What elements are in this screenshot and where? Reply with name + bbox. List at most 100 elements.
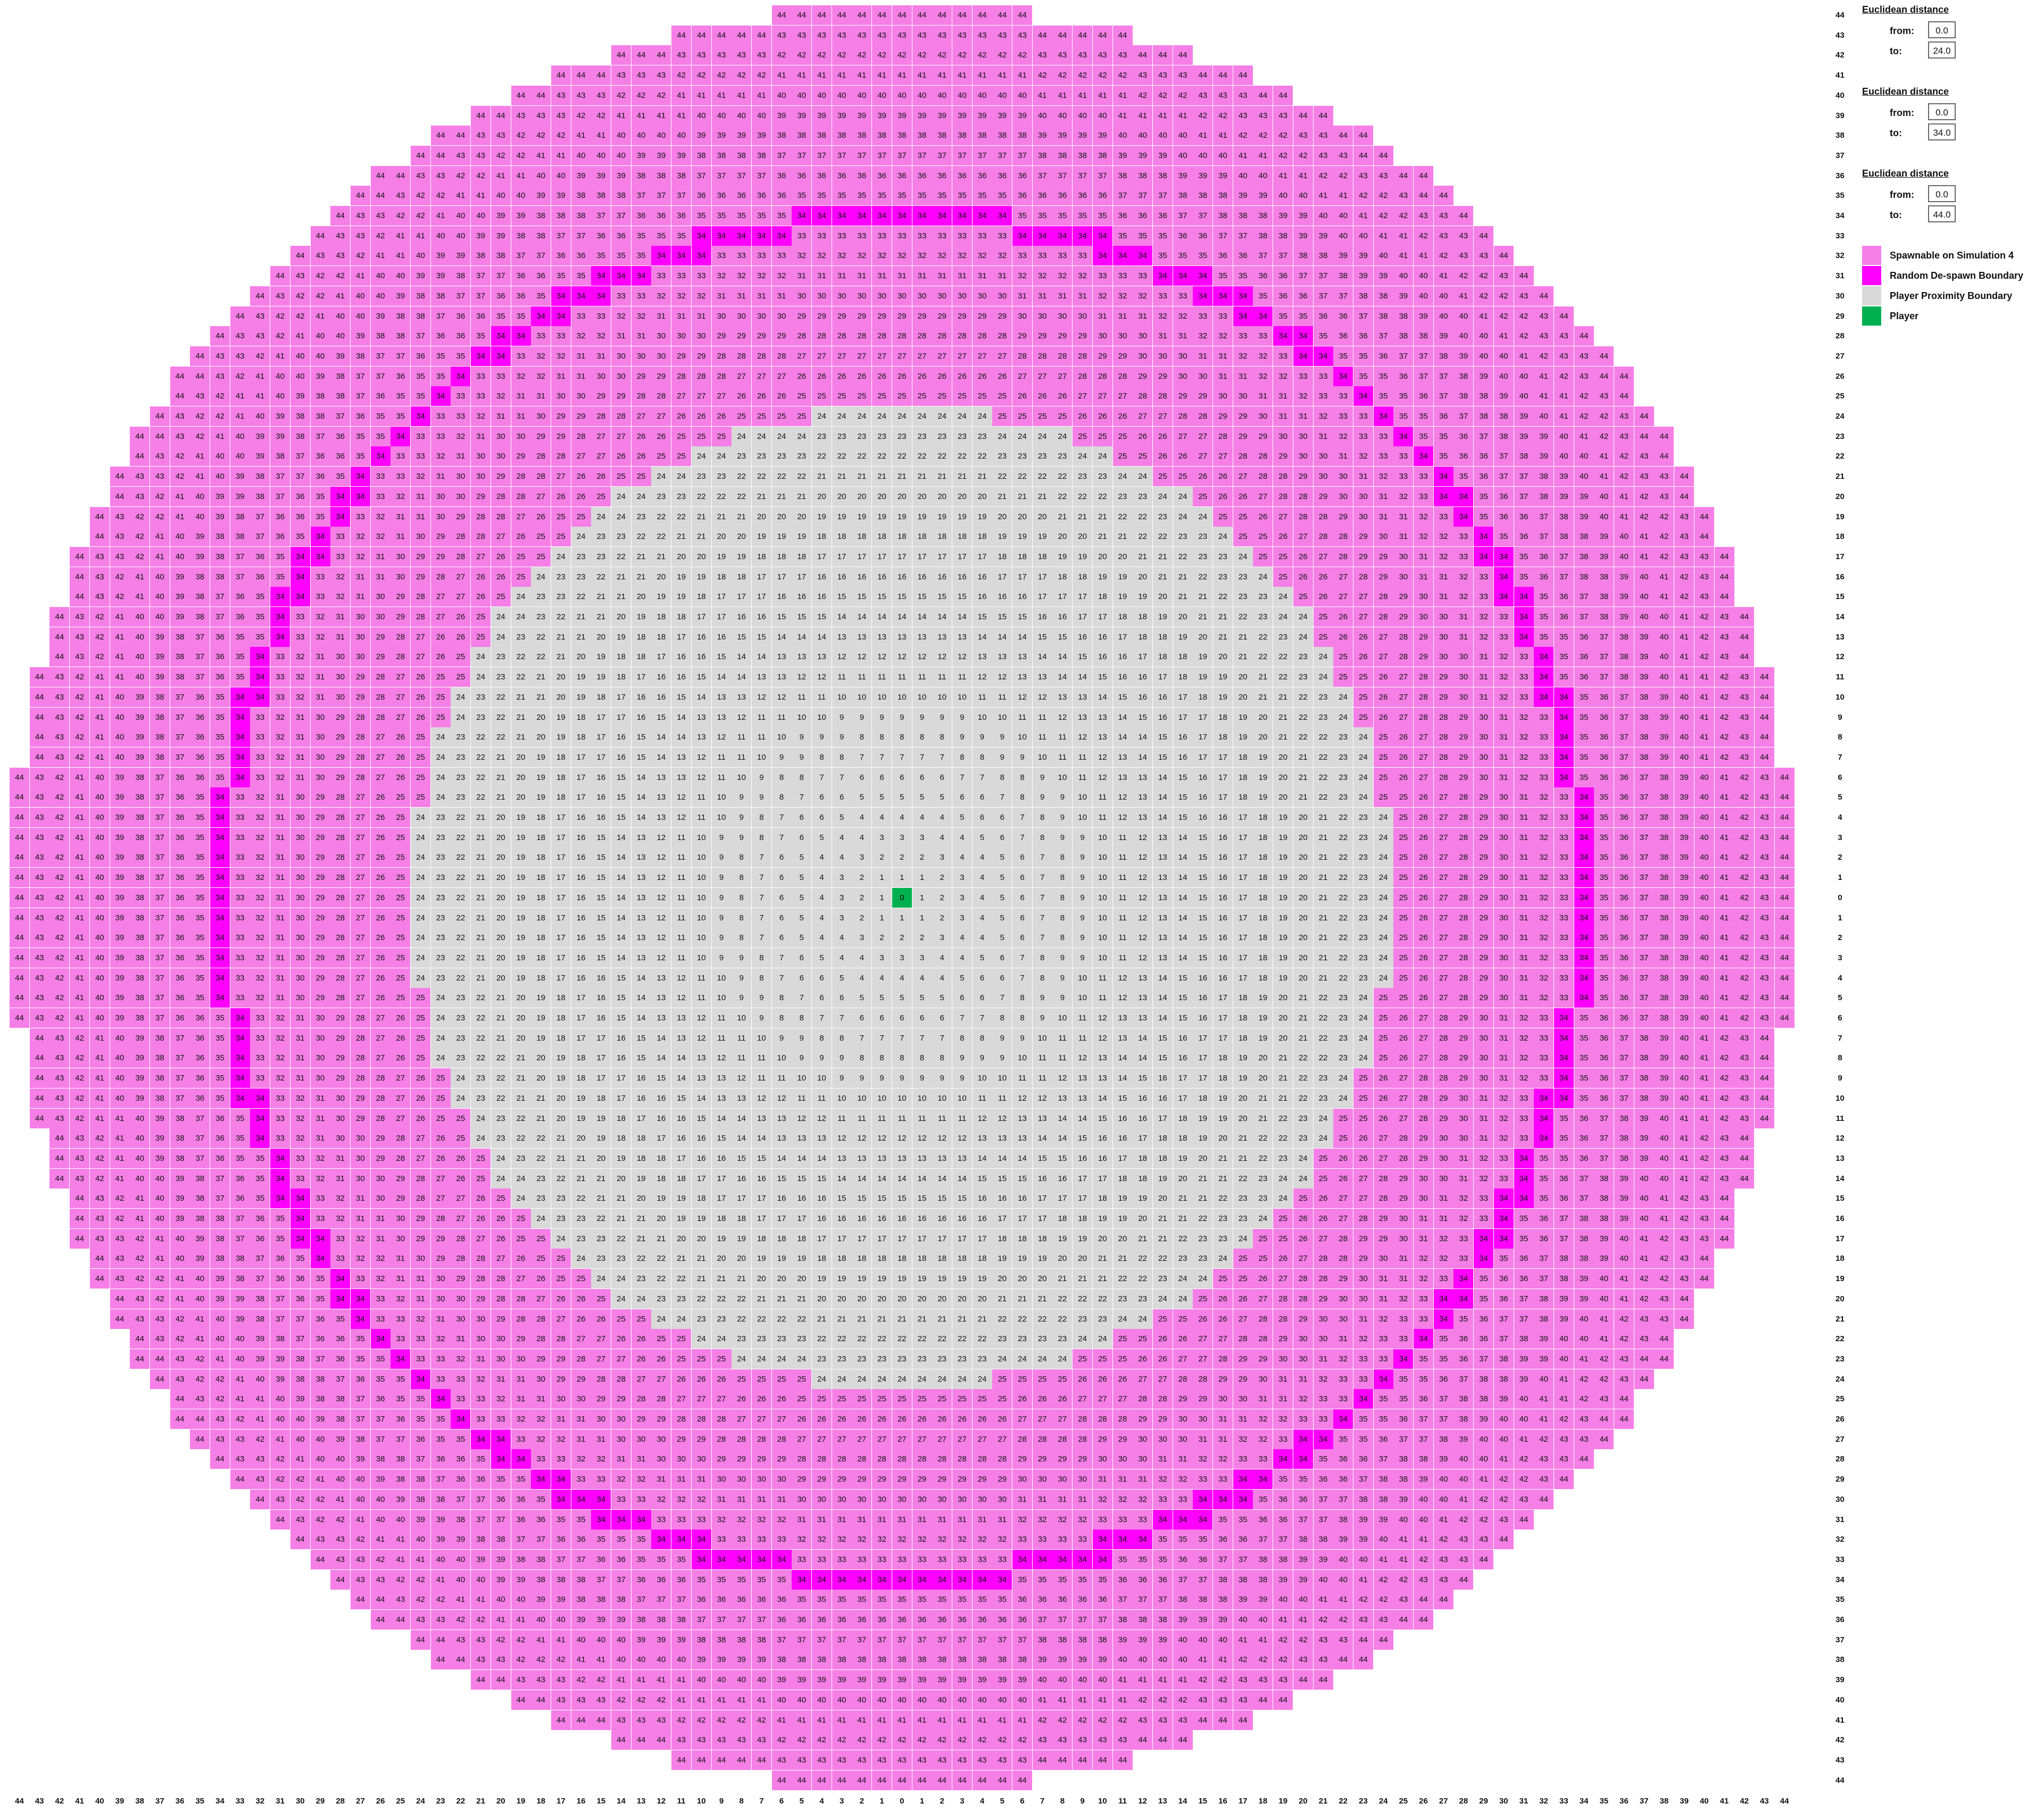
proximity-cell: 18 [591, 687, 611, 707]
spawnable-cell: 39 [250, 1329, 270, 1349]
proximity-cell: 12 [1092, 1008, 1112, 1028]
spawnable-cell: 27 [531, 1289, 551, 1309]
spawnable-cell: 40 [170, 1228, 190, 1249]
proximity-cell: 11 [711, 767, 732, 787]
spawnable-cell: 33 [290, 1168, 310, 1189]
spawnable-cell: 41 [149, 1228, 170, 1249]
spawnable-cell: 38 [391, 306, 411, 326]
spawnable-cell: 35 [1453, 467, 1474, 487]
spawnable-cell: 38 [210, 546, 230, 567]
spawnable-cell: 37 [1634, 1008, 1654, 1028]
proximity-cell: 13 [1133, 767, 1153, 787]
spawnable-cell: 38 [1474, 406, 1494, 426]
spawnable-cell: 28 [531, 446, 551, 467]
despawn-boundary-cell: 34 [1493, 587, 1514, 607]
spawnable-cell: 31 [270, 968, 290, 988]
spawnable-cell: 39 [110, 908, 130, 928]
proximity-cell: 14 [1052, 647, 1073, 667]
spawnable-cell: 25 [430, 687, 451, 707]
spawnable-cell: 41 [1112, 85, 1133, 105]
spawnable-cell: 28 [370, 687, 391, 707]
spawnable-cell: 42 [1734, 1008, 1755, 1028]
proximity-cell: 14 [1152, 988, 1173, 1008]
despawn-boundary-cell: 34 [1373, 406, 1393, 426]
spawnable-cell: 37 [1414, 366, 1433, 386]
proximity-cell: 24 [1193, 506, 1213, 527]
proximity-cell: 22 [491, 1048, 511, 1068]
spawnable-cell: 42 [1714, 1108, 1734, 1128]
spawnable-cell: 30 [471, 1329, 491, 1349]
spawnable-cell: 44 [1734, 627, 1755, 647]
spawnable-cell: 30 [350, 1168, 370, 1189]
spawnable-cell: 37 [511, 246, 531, 266]
spawnable-cell: 31 [651, 306, 671, 326]
spawnable-cell: 33 [391, 1329, 411, 1349]
spawnable-cell: 25 [1373, 988, 1393, 1008]
spawnable-cell: 29 [1474, 928, 1494, 948]
proximity-cell: 24 [571, 1249, 591, 1269]
proximity-cell: 23 [1353, 808, 1373, 827]
spawnable-cell: 39 [1634, 1108, 1654, 1128]
proximity-cell: 16 [792, 587, 812, 607]
proximity-cell: 20 [491, 847, 511, 868]
spawnable-cell: 29 [1152, 366, 1173, 386]
spawnable-cell: 35 [1594, 908, 1614, 928]
proximity-cell: 9 [1073, 847, 1093, 868]
spawnable-cell: 39 [631, 145, 651, 165]
despawn-boundary-cell: 34 [230, 727, 250, 747]
proximity-cell: 12 [751, 687, 771, 707]
spawnable-cell: 31 [1433, 567, 1453, 587]
spawnable-cell: 33 [1273, 346, 1293, 366]
proximity-cell: 11 [1032, 1068, 1052, 1088]
spawnable-cell: 44 [70, 587, 90, 607]
proximity-cell: 5 [872, 988, 892, 1008]
proximity-cell: 18 [571, 1048, 591, 1068]
proximity-cell: 4 [852, 827, 872, 847]
proximity-cell: 8 [972, 747, 992, 767]
proximity-cell: 14 [611, 908, 631, 928]
spawnable-cell: 39 [1594, 546, 1614, 567]
proximity-cell: 23 [451, 787, 471, 808]
spawnable-cell: 35 [230, 667, 250, 687]
proximity-cell: 23 [471, 707, 491, 727]
proximity-cell: 16 [1052, 607, 1073, 627]
proximity-cell: 4 [812, 868, 832, 888]
spawnable-cell: 39 [1614, 587, 1634, 607]
spawnable-cell: 28 [1453, 847, 1474, 868]
spawnable-cell: 43 [29, 988, 49, 1008]
spawnable-cell: 37 [149, 787, 170, 808]
proximity-cell: 17 [1152, 1108, 1173, 1128]
spawnable-cell: 32 [952, 246, 972, 266]
proximity-cell: 23 [451, 1048, 471, 1068]
proximity-cell: 8 [751, 827, 771, 847]
spawnable-cell: 28 [1333, 546, 1353, 567]
despawn-boundary-cell: 34 [350, 1309, 370, 1329]
spawnable-cell: 29 [1453, 707, 1474, 727]
proximity-cell: 16 [651, 1088, 671, 1108]
spawnable-cell: 40 [1674, 1068, 1694, 1088]
proximity-cell: 5 [992, 928, 1012, 948]
proximity-cell: 23 [471, 1068, 491, 1088]
spawnable-cell: 42 [1694, 1148, 1714, 1168]
spawnable-cell: 44 [812, 5, 832, 25]
proximity-cell: 24 [1052, 426, 1073, 446]
spawnable-cell: 37 [230, 567, 250, 587]
spawnable-cell: 26 [1414, 868, 1433, 888]
spawnable-cell: 41 [1674, 1128, 1694, 1149]
despawn-boundary-cell: 34 [1052, 226, 1073, 246]
spawnable-cell: 36 [1493, 486, 1514, 506]
despawn-boundary-cell: 34 [812, 206, 832, 226]
spawnable-cell: 28 [1313, 1249, 1333, 1269]
spawnable-cell: 35 [1514, 567, 1534, 587]
proximity-cell: 15 [1173, 787, 1193, 808]
proximity-cell: 11 [1092, 787, 1112, 808]
spawnable-cell: 25 [411, 767, 430, 787]
spawnable-cell: 42 [1193, 105, 1213, 126]
spawnable-cell: 32 [1453, 1189, 1474, 1209]
proximity-cell: 7 [832, 1008, 852, 1028]
proximity-cell: 15 [872, 1189, 892, 1209]
proximity-cell: 18 [1253, 948, 1273, 968]
proximity-cell: 12 [892, 647, 912, 667]
spawnable-cell: 30 [370, 587, 391, 607]
spawnable-cell: 40 [1674, 747, 1694, 767]
